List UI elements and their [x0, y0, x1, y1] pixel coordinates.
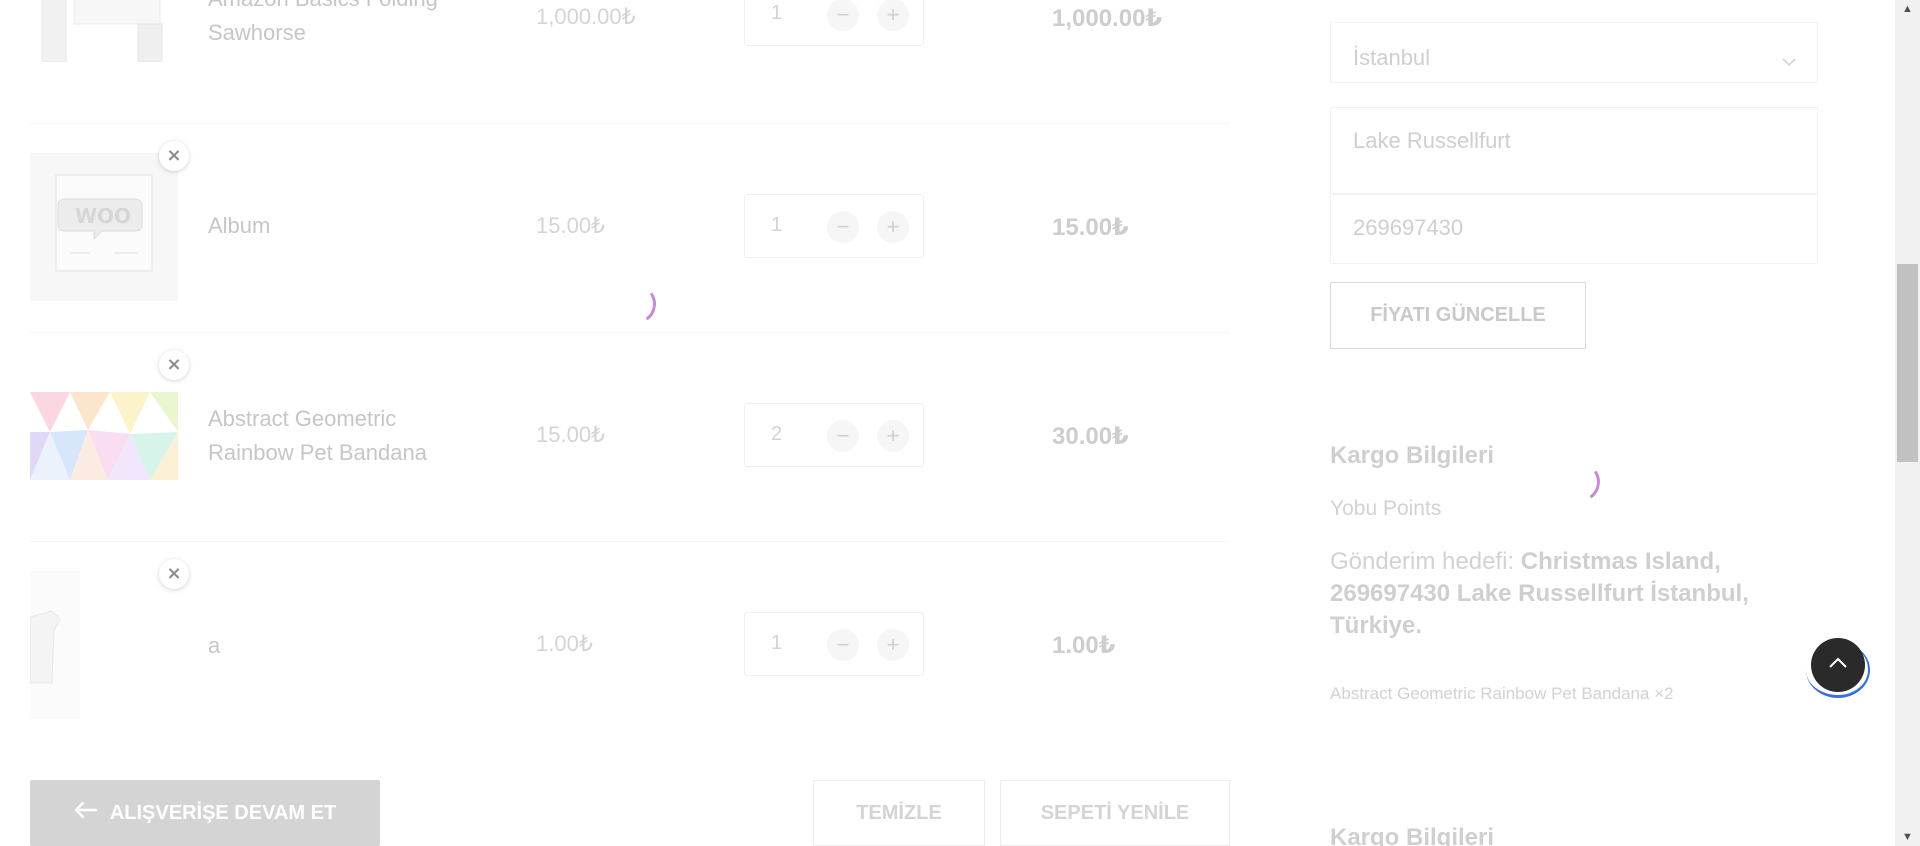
sawhorse-image[interactable]: [30, 0, 178, 62]
town-input[interactable]: Lake Russellfurt: [1330, 107, 1818, 194]
product-price: 15.00₺: [536, 213, 606, 238]
product-price: 15.00₺: [536, 422, 606, 447]
clear-cart-button[interactable]: TEMİZLE: [813, 780, 985, 846]
remove-item-button[interactable]: ×: [159, 559, 189, 589]
update-price-button[interactable]: FİYATI GÜNCELLE: [1330, 282, 1586, 349]
woo-logo-text: WOO: [75, 204, 131, 228]
shipping-destination: Gönderim hedefi: Christmas Island, 26969…: [1330, 546, 1800, 642]
product-price: 1,000.00₺: [536, 4, 636, 29]
city-select[interactable]: İstanbul: [1330, 22, 1818, 83]
town-input-value: Lake Russellfurt: [1353, 128, 1511, 153]
product-subtotal: 15.00₺: [1052, 214, 1129, 241]
decrease-quantity-button[interactable]: −: [827, 211, 859, 243]
shipping-method: Yobu Points: [1330, 497, 1442, 520]
remove-item-button[interactable]: ×: [159, 141, 189, 171]
scroll-to-top-button[interactable]: [1811, 638, 1865, 692]
decrease-quantity-button[interactable]: −: [827, 420, 859, 452]
quantity-stepper[interactable]: 1 − +: [744, 612, 924, 676]
scroll-down-arrow-icon[interactable]: ▼: [1899, 830, 1916, 844]
chevron-down-icon: [1781, 47, 1797, 73]
tshirt-image[interactable]: [30, 571, 80, 719]
woo-album-image[interactable]: WOO: [30, 153, 178, 301]
decrease-quantity-button[interactable]: −: [827, 629, 859, 661]
shipping-info-title: Kargo Bilgileri: [1330, 442, 1495, 469]
product-name-link[interactable]: Album: [208, 209, 468, 243]
increase-quantity-button[interactable]: +: [877, 0, 909, 31]
city-select-value: İstanbul: [1353, 45, 1431, 70]
update-cart-button[interactable]: SEPETİ YENİLE: [1000, 780, 1230, 846]
cart-row: a 1.00₺ 1 − + 1.00₺: [30, 541, 1230, 750]
shipping-destination-label: Gönderim hedefi:: [1330, 548, 1515, 575]
quantity-input[interactable]: 1: [771, 632, 782, 655]
arrow-left-icon: [74, 801, 98, 825]
postcode-input-value: 269697430: [1353, 215, 1464, 240]
remove-item-button[interactable]: ×: [159, 350, 189, 380]
quantity-stepper[interactable]: 1 − +: [744, 194, 924, 258]
increase-quantity-button[interactable]: +: [877, 629, 909, 661]
product-name-link[interactable]: Amazon Basics Folding Sawhorse: [208, 0, 468, 50]
product-subtotal: 1,000.00₺: [1052, 5, 1163, 32]
continue-shopping-label: ALIŞVERİŞE DEVAM ET: [109, 801, 337, 824]
chevron-up-icon: [1828, 656, 1848, 674]
increase-quantity-button[interactable]: +: [877, 211, 909, 243]
decrease-quantity-button[interactable]: −: [827, 0, 859, 31]
continue-shopping-button[interactable]: ALIŞVERİŞE DEVAM ET: [30, 780, 380, 846]
rainbow-bandana-image[interactable]: [30, 362, 178, 510]
product-subtotal: 30.00₺: [1052, 423, 1129, 450]
quantity-stepper[interactable]: 1 − +: [744, 0, 924, 46]
quantity-input[interactable]: 2: [771, 423, 782, 446]
quantity-input[interactable]: 1: [771, 214, 782, 237]
product-name-link[interactable]: Abstract Geometric Rainbow Pet Bandana: [208, 402, 468, 470]
product-price: 1.00₺: [536, 631, 593, 656]
scroll-up-arrow-icon[interactable]: ▲: [1899, 2, 1916, 16]
product-name-link[interactable]: a: [208, 629, 468, 663]
postcode-input[interactable]: 269697430: [1330, 194, 1818, 264]
cart-row: Amazon Basics Folding Sawhorse 1,000.00₺…: [30, 0, 1230, 123]
loading-spinner: [1556, 458, 1604, 506]
quantity-input[interactable]: 1: [771, 2, 782, 25]
quantity-stepper[interactable]: 2 − +: [744, 403, 924, 467]
scrollbar-thumb[interactable]: [1897, 264, 1918, 462]
shipping-info-title-2: Kargo Bilgileri: [1330, 824, 1495, 846]
cart-row: Abstract Geometric Rainbow Pet Bandana 1…: [30, 332, 1230, 541]
product-subtotal: 1.00₺: [1052, 632, 1116, 659]
shipping-items: Abstract Geometric Rainbow Pet Bandana ×…: [1330, 684, 1674, 703]
increase-quantity-button[interactable]: +: [877, 420, 909, 452]
